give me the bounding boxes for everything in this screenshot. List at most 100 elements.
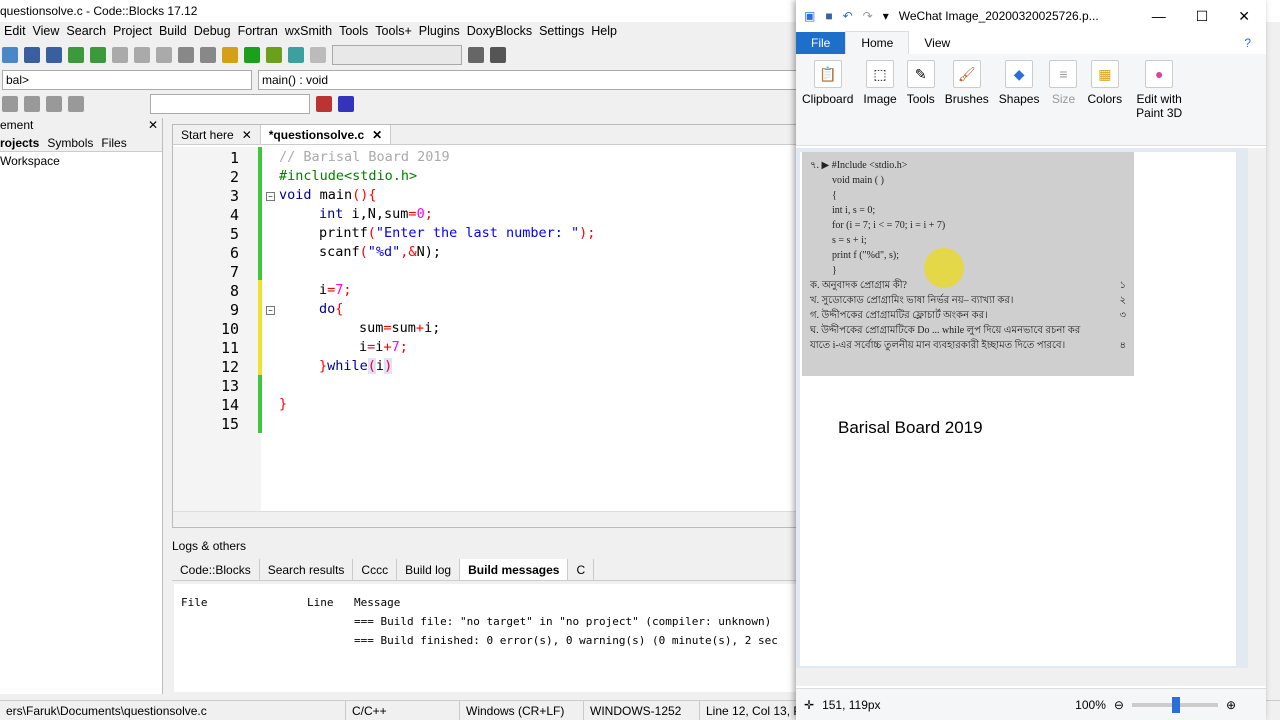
copy-icon[interactable] xyxy=(134,47,150,63)
run-icon[interactable] xyxy=(244,47,260,63)
tab-projects[interactable]: rojects xyxy=(0,134,47,151)
help-icon[interactable]: ? xyxy=(1229,32,1266,54)
menu-doxyblocks[interactable]: DoxyBlocks xyxy=(467,22,539,42)
group-clipboard[interactable]: 📋 Clipboard xyxy=(800,58,855,145)
paste-icon[interactable] xyxy=(156,47,172,63)
canvas-sheet[interactable]: ৭. ▶ #Include <stdio.h> void main ( ) { … xyxy=(800,152,1236,666)
line-number: 6 xyxy=(229,244,239,262)
save-icon[interactable]: ■ xyxy=(825,9,832,23)
cut-icon[interactable] xyxy=(112,47,128,63)
zoom-slider-thumb[interactable] xyxy=(1171,696,1180,713)
token: } xyxy=(319,358,328,374)
close-icon[interactable]: ✕ xyxy=(242,128,252,142)
function-combo[interactable]: main() : void xyxy=(258,70,798,90)
vertical-scrollbar[interactable] xyxy=(1248,148,1266,668)
tab-files[interactable]: Files xyxy=(101,134,134,151)
close-icon[interactable]: ✕ xyxy=(148,118,158,134)
menu-plugins[interactable]: Plugins xyxy=(419,22,467,42)
fold-toggle-icon[interactable]: − xyxy=(266,306,275,315)
undo-icon[interactable]: ↶ xyxy=(843,9,853,23)
canvas-area[interactable]: ৭. ▶ #Include <stdio.h> void main ( ) { … xyxy=(796,148,1248,668)
zoom-out-icon[interactable]: ⊖ xyxy=(1114,698,1124,712)
menu-build[interactable]: Build xyxy=(159,22,194,42)
column-header-file[interactable]: File xyxy=(181,596,208,609)
log-row[interactable]: === Build finished: 0 error(s), 0 warnin… xyxy=(354,634,778,647)
zoom-slider[interactable] xyxy=(1131,696,1218,713)
log-tab-build-messages[interactable]: Build messages xyxy=(460,559,569,580)
tab-start-here[interactable]: Start here ✕ xyxy=(173,125,261,144)
editor-horizontal-scrollbar[interactable] xyxy=(173,511,799,527)
group-tools[interactable]: ✎ Tools xyxy=(905,58,937,145)
ribbon: 📋 Clipboard ⬚ Image ✎ Tools 🖌 Brushes ◆ Shape… xyxy=(796,54,1266,146)
tab-home[interactable]: Home xyxy=(845,31,910,54)
maximize-icon[interactable]: ☐ xyxy=(1196,8,1209,25)
group-colors[interactable]: ▦ Colors xyxy=(1085,58,1124,145)
column-header-message[interactable]: Message xyxy=(354,596,400,609)
redo-icon[interactable]: ↷ xyxy=(863,9,873,23)
log-row[interactable]: === Build file: "no target" in "no proje… xyxy=(354,615,771,628)
open-icon[interactable] xyxy=(2,47,18,63)
column-header-line[interactable]: Line xyxy=(307,596,334,609)
group-size[interactable]: ≡ Size xyxy=(1047,58,1079,145)
zoom-in-icon[interactable]: ⊕ xyxy=(1226,698,1266,712)
group-paint3d[interactable]: ● Edit with Paint 3D xyxy=(1130,58,1188,145)
menu-settings[interactable]: Settings xyxy=(539,22,591,42)
build-run-icon[interactable] xyxy=(266,47,282,63)
step-icon[interactable] xyxy=(490,47,506,63)
menu-project[interactable]: Project xyxy=(113,22,159,42)
menu-view[interactable]: View xyxy=(33,22,67,42)
tab-file[interactable]: File xyxy=(796,32,846,54)
undo-icon[interactable] xyxy=(68,47,84,63)
workspace-item[interactable]: Workspace xyxy=(0,152,162,168)
close-icon[interactable]: ✕ xyxy=(1238,8,1250,25)
log-tab-build-log[interactable]: Build log xyxy=(397,559,461,580)
group-brushes[interactable]: 🖌 Brushes xyxy=(943,58,991,145)
clipboard-icon: 📋 xyxy=(813,60,842,88)
log-tab-codeblocks[interactable]: Code::Blocks xyxy=(172,559,260,580)
save-icon[interactable] xyxy=(24,47,40,63)
log-tab-search-results[interactable]: Search results xyxy=(260,559,354,580)
regex-icon[interactable] xyxy=(338,96,354,112)
horizontal-scrollbar[interactable] xyxy=(796,668,1266,686)
uncomment-icon[interactable] xyxy=(24,96,40,112)
tab-view[interactable]: View xyxy=(909,32,965,54)
code-line: } xyxy=(279,396,287,412)
menu-search[interactable]: Search xyxy=(66,22,113,42)
abort-icon[interactable] xyxy=(310,47,326,63)
tab-symbols[interactable]: Symbols xyxy=(47,134,101,151)
wrench-icon[interactable] xyxy=(68,96,84,112)
group-shapes[interactable]: ◆ Shapes xyxy=(997,58,1042,145)
token: i xyxy=(359,339,368,355)
debug-icon[interactable] xyxy=(468,47,484,63)
fold-toggle-icon[interactable]: − xyxy=(266,192,275,201)
tab-questionsolve[interactable]: *questionsolve.c ✕ xyxy=(260,125,392,144)
bookmark-icon[interactable] xyxy=(46,96,62,112)
save-all-icon[interactable] xyxy=(46,47,62,63)
group-image[interactable]: ⬚ Image xyxy=(861,58,898,145)
highlight-icon[interactable] xyxy=(316,96,332,112)
minimize-icon[interactable]: — xyxy=(1152,8,1166,25)
menu-tools[interactable]: Tools xyxy=(339,22,375,42)
line-number: 15 xyxy=(220,415,239,433)
close-icon[interactable]: ✕ xyxy=(372,128,382,142)
menu-edit[interactable]: Edit xyxy=(4,22,33,42)
quick-access-chevron-icon[interactable]: ▾ xyxy=(883,9,889,23)
comment-icon[interactable] xyxy=(2,96,18,112)
log-tab-cccc[interactable]: Cccc xyxy=(353,559,398,580)
menu-help[interactable]: Help xyxy=(591,22,624,42)
scope-combo[interactable]: bal> xyxy=(2,70,252,90)
logs-panel: Logs & others Code::Blocks Search result… xyxy=(172,537,800,693)
search-combo[interactable] xyxy=(150,94,310,114)
replace-icon[interactable] xyxy=(200,47,216,63)
find-icon[interactable] xyxy=(178,47,194,63)
log-tab-more[interactable]: C xyxy=(568,559,595,580)
redo-icon[interactable] xyxy=(90,47,106,63)
build-icon[interactable] xyxy=(222,47,238,63)
build-target-combo[interactable] xyxy=(332,45,462,65)
menu-fortran[interactable]: Fortran xyxy=(238,22,285,42)
rebuild-icon[interactable] xyxy=(288,47,304,63)
token: i xyxy=(319,282,328,298)
menu-tools-plus[interactable]: Tools+ xyxy=(375,22,418,42)
menu-debug[interactable]: Debug xyxy=(194,22,238,42)
menu-wxsmith[interactable]: wxSmith xyxy=(285,22,339,42)
